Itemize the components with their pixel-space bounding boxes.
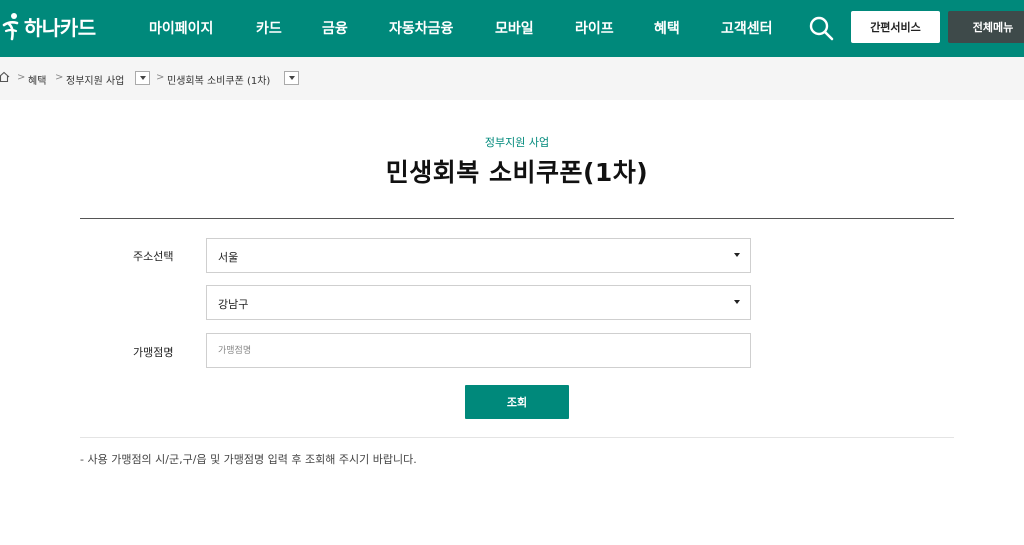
menu-finance[interactable]: 금융 <box>322 18 348 38</box>
menu-life[interactable]: 라이프 <box>575 18 614 38</box>
global-navigation-bar: 하나카드 마이페이지 카드 금융 자동차금융 모바일 라이프 혜택 고객센터 간… <box>0 0 1024 57</box>
chevron-down-icon <box>288 76 295 80</box>
quick-service-button[interactable]: 간편서비스 <box>851 11 940 43</box>
breadcrumb-separator: > <box>17 72 26 83</box>
merchant-name-input[interactable] <box>206 333 751 368</box>
breadcrumb: > 혜택 > 정부지원 사업 > 민생회복 소비쿠폰 (1차) <box>0 57 1024 100</box>
search-icon[interactable] <box>808 15 834 41</box>
all-menu-button[interactable]: 전체메뉴 <box>948 11 1024 43</box>
logo-text: 하나카드 <box>24 15 96 40</box>
chevron-down-icon <box>734 300 740 304</box>
page-title: 민생회복 소비쿠폰(1차) <box>385 158 649 187</box>
breadcrumb-item-current[interactable]: 민생회복 소비쿠폰 (1차) <box>167 72 270 87</box>
chevron-down-icon <box>139 76 146 80</box>
breadcrumb-dropdown-toggle[interactable] <box>284 71 299 85</box>
menu-mobile[interactable]: 모바일 <box>495 18 534 38</box>
page-category: 정부지원 사업 <box>484 136 550 149</box>
menu-benefits[interactable]: 혜택 <box>654 18 680 38</box>
hana-logo-icon <box>2 13 19 41</box>
form-divider <box>80 437 954 438</box>
hana-card-logo[interactable]: 하나카드 <box>0 11 96 41</box>
merchant-label: 가맹점명 <box>133 346 174 359</box>
menu-mypage[interactable]: 마이페이지 <box>149 18 213 38</box>
menu-auto-finance[interactable]: 자동차금융 <box>389 18 453 38</box>
notice-text: - 사용 가맹점의 시/군,구/읍 및 가맹점명 입력 후 조회해 주시기 바랍… <box>80 453 417 466</box>
home-icon[interactable] <box>0 71 10 83</box>
city-select-value: 서울 <box>218 251 239 264</box>
district-select-value: 강남구 <box>218 298 249 311</box>
menu-card[interactable]: 카드 <box>256 18 282 38</box>
title-divider <box>80 218 954 219</box>
menu-customer-center[interactable]: 고객센터 <box>721 18 773 38</box>
city-select[interactable]: 서울 <box>206 238 751 273</box>
breadcrumb-item-benefits[interactable]: 혜택 <box>28 72 46 87</box>
district-select[interactable]: 강남구 <box>206 285 751 320</box>
breadcrumb-separator: > <box>55 72 64 83</box>
breadcrumb-dropdown-toggle[interactable] <box>135 71 150 85</box>
address-label: 주소선택 <box>133 250 174 263</box>
breadcrumb-item-government-support[interactable]: 정부지원 사업 <box>66 72 124 87</box>
search-button[interactable]: 조회 <box>465 385 569 419</box>
chevron-down-icon <box>734 253 740 257</box>
breadcrumb-separator: > <box>156 72 165 83</box>
